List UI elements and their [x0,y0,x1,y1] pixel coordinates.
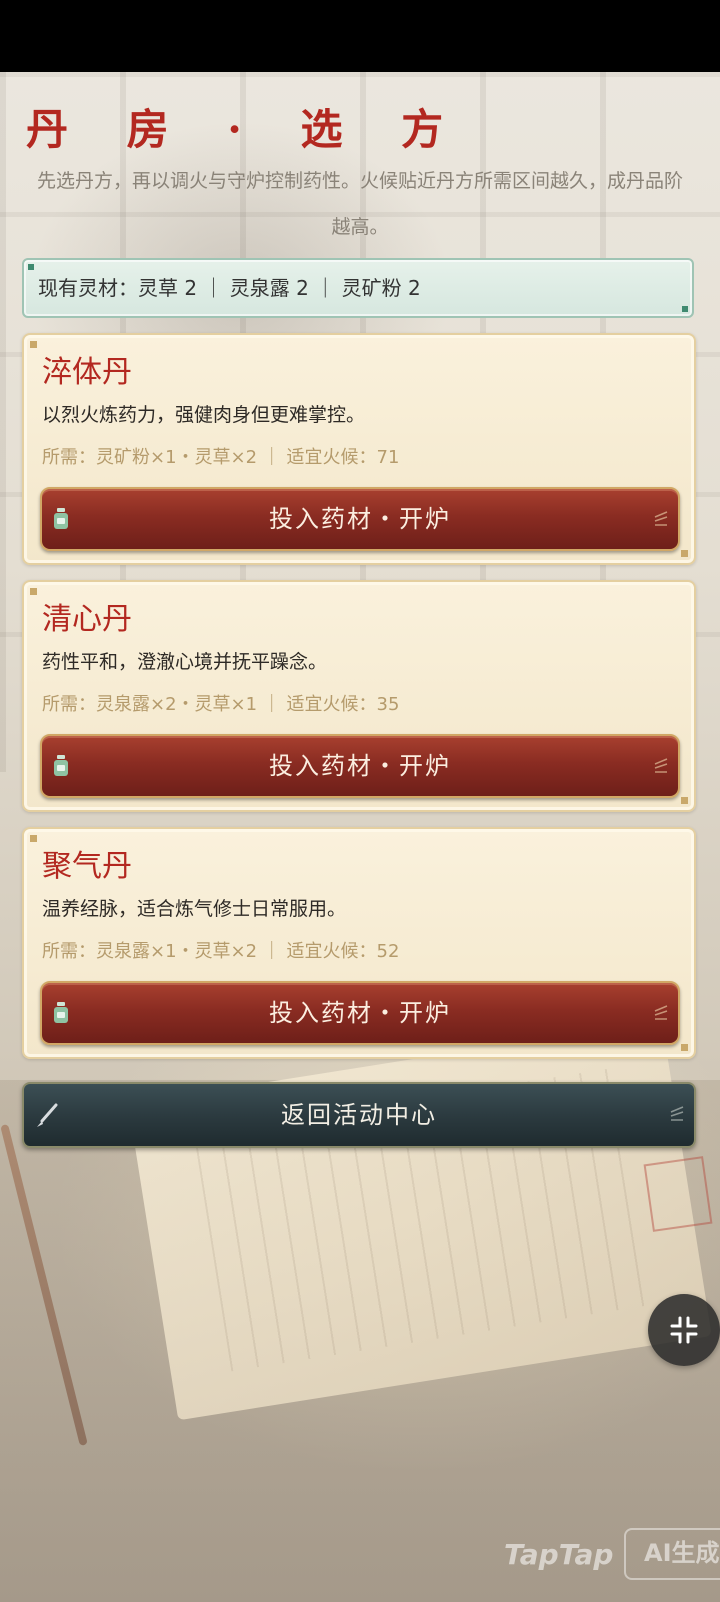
brush-icon [37,1103,58,1127]
exit-fullscreen-button[interactable] [648,1294,720,1366]
back-button-label: 返回活动中心 [281,1101,437,1129]
recipe-description: 药性平和，澄澈心境并抚平躁念。 [42,651,328,673]
watermark-text: TapTap [504,1538,614,1571]
potion-bottle-icon [54,755,68,776]
corner-ornament-icon [654,1005,668,1020]
page-title: 丹 房 · 选 方 [26,105,466,154]
recipe-requirement: 所需：灵泉露×1・灵草×2 ｜ 适宜火候：52 [42,941,400,962]
ai-generated-badge: AI生成 [624,1528,720,1580]
start-furnace-button[interactable]: 投入药材・开炉 [40,981,680,1045]
back-to-activity-center-button[interactable]: 返回活动中心 [22,1082,696,1148]
recipe-requirement: 所需：灵矿粉×1・灵草×2 ｜ 适宜火候：71 [42,447,400,468]
start-furnace-label: 投入药材・开炉 [269,752,451,780]
background-seal [643,1156,713,1232]
corner-ornament-icon [654,758,668,773]
corner-pip [681,550,688,557]
recipe-name: 淬体丹 [42,355,132,390]
start-furnace-label: 投入药材・开炉 [269,505,451,533]
recipe-card: 清心丹 药性平和，澄澈心境并抚平躁念。 所需：灵泉露×2・灵草×1 ｜ 适宜火候… [22,580,696,812]
exit-fullscreen-icon [670,1316,698,1344]
recipe-name: 聚气丹 [42,849,132,884]
taptap-watermark: TapTap AI生成 [504,1520,720,1590]
potion-bottle-icon [54,1002,68,1023]
start-furnace-button[interactable]: 投入药材・开炉 [40,734,680,798]
corner-pip [28,264,34,270]
start-furnace-button[interactable]: 投入药材・开炉 [40,487,680,551]
recipe-name: 清心丹 [42,602,132,637]
corner-pip [30,835,37,842]
status-bar [0,0,720,72]
corner-pip [681,1044,688,1051]
recipe-description: 以烈火炼药力，强健肉身但更难掌控。 [42,404,366,426]
inventory-text: 现有灵材：灵草 2 ｜ 灵泉露 2 ｜ 灵矿粉 2 [38,276,421,300]
recipe-requirement: 所需：灵泉露×2・灵草×1 ｜ 适宜火候：35 [42,694,400,715]
recipe-card: 淬体丹 以烈火炼药力，强健肉身但更难掌控。 所需：灵矿粉×1・灵草×2 ｜ 适宜… [22,333,696,565]
corner-pip [30,588,37,595]
potion-bottle-icon [54,508,68,529]
recipe-card: 聚气丹 温养经脉，适合炼气修士日常服用。 所需：灵泉露×1・灵草×2 ｜ 适宜火… [22,827,696,1059]
corner-pip [681,797,688,804]
corner-ornament-icon [654,511,668,526]
recipe-description: 温养经脉，适合炼气修士日常服用。 [42,898,347,920]
corner-pip [682,306,688,312]
page-intro: 先选丹方，再以调火与守炉控制药性。火候贴近丹方所需区间越久，成丹品阶越高。 [36,170,683,238]
corner-pip [30,341,37,348]
start-furnace-label: 投入药材・开炉 [269,999,451,1027]
inventory-panel: 现有灵材：灵草 2 ｜ 灵泉露 2 ｜ 灵矿粉 2 [22,258,694,318]
corner-ornament-icon [670,1106,684,1121]
